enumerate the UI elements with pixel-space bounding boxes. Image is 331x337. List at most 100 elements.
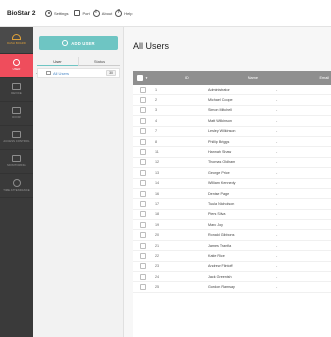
sidebar-item-time-attendance[interactable]: TIME ATTENDANCE [0, 174, 33, 198]
table-row[interactable]: 21 James Tranfia - [133, 241, 331, 252]
table-row[interactable]: 18 Piers Silva - [133, 210, 331, 221]
row-checkbox[interactable] [140, 117, 146, 124]
tab-status[interactable]: Status [78, 57, 120, 66]
user-email: - [276, 139, 278, 144]
user-email: - [276, 212, 278, 217]
user-email: - [276, 243, 278, 248]
user-id: 25 [155, 285, 160, 290]
sidebar-item-monitoring[interactable]: MONITORING [0, 150, 33, 174]
about-link[interactable]: About [92, 9, 112, 17]
row-checkbox[interactable] [140, 190, 146, 197]
sidebar-item-device[interactable]: DEVICE [0, 78, 33, 102]
group-count-badge: 30 [106, 70, 116, 76]
gear-icon [45, 9, 52, 17]
user-id: 18 [155, 212, 160, 217]
sidebar-item-label: DEVICE [11, 92, 22, 96]
table-row[interactable]: 19 Marc Joy - [133, 220, 331, 231]
user-icon [13, 59, 20, 67]
table-row[interactable]: 12 Thomas Oldham - [133, 158, 331, 169]
user-email: - [276, 118, 278, 123]
table-row[interactable]: 14 William Kennedy - [133, 179, 331, 189]
user-email: - [276, 87, 278, 92]
sidebar-item-label: DASH BOARD [7, 42, 26, 46]
help-link[interactable]: Help [115, 9, 132, 17]
user-id: 12 [155, 160, 160, 165]
user-id: 23 [155, 264, 160, 269]
row-checkbox[interactable] [140, 169, 146, 176]
select-all-checkbox[interactable] [137, 75, 143, 81]
user-email: - [276, 274, 278, 279]
column-header-id[interactable]: ID [185, 76, 189, 80]
row-checkbox[interactable] [140, 107, 146, 114]
table-row[interactable]: 24 Jack Greenish - [133, 272, 331, 283]
user-name: Tuula Nicholson [208, 201, 235, 206]
table-row[interactable]: 13 George Price - [133, 168, 331, 179]
info-icon [92, 9, 100, 17]
tab-user[interactable]: User [37, 57, 78, 66]
table-row[interactable]: 25 Gordon Ramsay - [133, 282, 331, 293]
user-id: 11 [155, 150, 159, 155]
user-email: - [276, 150, 278, 155]
settings-link[interactable]: Settings [45, 9, 68, 17]
port-link[interactable]: Port [74, 10, 90, 16]
row-checkbox[interactable] [140, 200, 146, 207]
row-checkbox[interactable] [140, 273, 146, 280]
table-row[interactable]: 4 Matt Wilkinson - [133, 116, 331, 127]
user-id: 14 [155, 181, 160, 186]
row-checkbox[interactable] [140, 242, 146, 249]
sidebar-item-user[interactable]: USER [0, 54, 33, 78]
user-name: Hannah Shaw [208, 150, 232, 155]
user-id: 17 [155, 201, 160, 206]
column-header-name[interactable]: Name [248, 76, 258, 80]
table-row[interactable]: 16 Denise Page - [133, 189, 331, 200]
add-user-button[interactable]: ADD USER [39, 36, 118, 50]
table-row[interactable]: 8 Phillip Briggs - [133, 137, 331, 148]
sidebar-item-door[interactable]: DOOR [0, 102, 33, 126]
user-id: 8 [155, 139, 158, 144]
user-email: - [276, 233, 278, 238]
row-checkbox[interactable] [140, 149, 146, 156]
table-body: 1 Administrator - 2 Michael Coope - 3 Simon Mit… [133, 85, 331, 293]
row-checkbox[interactable] [140, 138, 146, 145]
user-id: 16 [155, 191, 160, 196]
row-checkbox[interactable] [140, 180, 146, 187]
main-content: All Users ▼ ID Name Email 1 Administrator… [124, 27, 331, 337]
table-row[interactable]: 20 Ronald Gibbons - [133, 230, 331, 241]
row-checkbox[interactable] [140, 221, 146, 228]
user-email: - [276, 201, 278, 206]
row-checkbox[interactable] [140, 159, 146, 166]
user-name: George Price [208, 170, 230, 175]
group-all-users[interactable]: All Users 30 [37, 68, 120, 78]
table-row[interactable]: 23 Andrew Flintoff - [133, 262, 331, 273]
row-checkbox[interactable] [140, 263, 146, 270]
row-checkbox[interactable] [140, 284, 146, 291]
user-id: 1 [155, 87, 158, 92]
table-row[interactable]: 3 Simon Mitchell - [133, 106, 331, 117]
sidebar-item-dashboard[interactable]: DASH BOARD [0, 27, 33, 54]
table-row[interactable]: 7 Lesley Wilkinson - [133, 127, 331, 137]
user-id: 13 [155, 170, 160, 175]
table-row[interactable]: 17 Tuula Nicholson - [133, 199, 331, 210]
table-row[interactable]: 11 Hannah Shaw - [133, 147, 331, 158]
column-header-email[interactable]: Email [320, 76, 330, 80]
sidebar-item-access-control[interactable]: ACCESS CONTROL [0, 126, 33, 150]
add-user-label: ADD USER [71, 40, 95, 46]
user-name: Michael Coope [208, 98, 233, 103]
user-name: Simon Mitchell [208, 108, 232, 113]
table-row[interactable]: 22 Katie Rice - [133, 251, 331, 262]
table-row[interactable]: 1 Administrator - [133, 85, 331, 96]
table-row[interactable]: 2 Michael Coope - [133, 95, 331, 106]
row-checkbox[interactable] [140, 232, 146, 239]
row-checkbox[interactable] [140, 97, 146, 104]
row-checkbox[interactable] [140, 128, 146, 135]
row-checkbox[interactable] [140, 86, 146, 93]
user-id: 20 [155, 233, 160, 238]
row-checkbox[interactable] [140, 252, 146, 259]
chevron-down-icon[interactable]: ▼ [145, 76, 148, 80]
user-name: Katie Rice [208, 253, 225, 258]
group-name: All Users [53, 70, 70, 76]
user-name: Denise Page [208, 191, 230, 196]
user-id: 7 [155, 129, 158, 134]
user-email: - [276, 170, 278, 175]
row-checkbox[interactable] [140, 211, 146, 218]
